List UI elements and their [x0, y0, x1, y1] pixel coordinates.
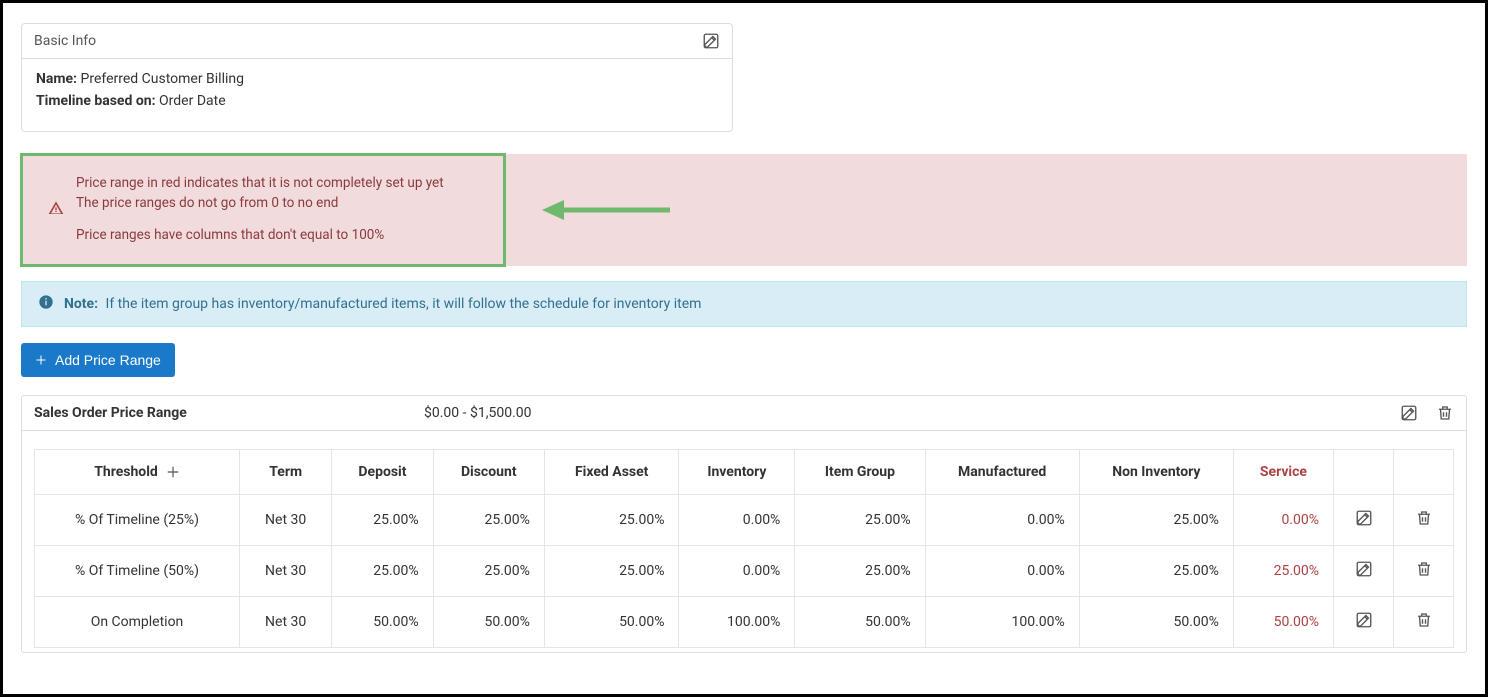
- plus-icon: [35, 354, 47, 366]
- cell-non-inventory: 25.00%: [1079, 546, 1233, 597]
- cell-term: Net 30: [240, 597, 332, 648]
- warning-icon: [48, 200, 64, 220]
- basic-info-title: Basic Info: [34, 33, 96, 49]
- th-inventory: Inventory: [679, 450, 795, 495]
- th-deposit: Deposit: [332, 450, 433, 495]
- cell-item-group: 25.00%: [795, 495, 925, 546]
- th-item-group: Item Group: [795, 450, 925, 495]
- cell-term: Net 30: [240, 495, 332, 546]
- cell-inventory: 100.00%: [679, 597, 795, 648]
- name-label: Name:: [36, 71, 77, 87]
- cell-service: 0.00%: [1233, 495, 1333, 546]
- note-text: If the item group has inventory/manufact…: [106, 296, 702, 312]
- cell-manufactured: 0.00%: [925, 495, 1079, 546]
- table-header-row: Threshold Term Deposit Discount Fixed As…: [35, 450, 1454, 495]
- name-value: Preferred Customer Billing: [81, 71, 244, 87]
- add-price-range-label: Add Price Range: [55, 352, 161, 368]
- th-threshold: Threshold: [94, 464, 158, 480]
- timeline-value: Order Date: [159, 93, 226, 109]
- cell-inventory: 0.00%: [679, 495, 795, 546]
- add-price-range-button[interactable]: Add Price Range: [21, 343, 175, 377]
- panel-title: Sales Order Price Range: [34, 405, 424, 421]
- edit-row-icon[interactable]: [1355, 509, 1373, 527]
- alert-line-1: Price range in red indicates that it is …: [76, 175, 444, 191]
- edit-price-range-icon[interactable]: [1400, 404, 1418, 422]
- cell-inventory: 0.00%: [679, 546, 795, 597]
- cell-discount: 50.00%: [433, 597, 544, 648]
- cell-manufactured: 0.00%: [925, 546, 1079, 597]
- cell-item-group: 50.00%: [795, 597, 925, 648]
- delete-row-icon[interactable]: [1415, 611, 1433, 629]
- cell-item-group: 25.00%: [795, 546, 925, 597]
- table-row: % Of Timeline (25%)Net 3025.00%25.00%25.…: [35, 495, 1454, 546]
- timeline-label: Timeline based on:: [36, 93, 156, 109]
- table-row: % Of Timeline (50%)Net 3025.00%25.00%25.…: [35, 546, 1454, 597]
- cell-discount: 25.00%: [433, 495, 544, 546]
- th-manufactured: Manufactured: [925, 450, 1079, 495]
- cell-threshold: % Of Timeline (25%): [35, 495, 240, 546]
- th-fixed-asset: Fixed Asset: [544, 450, 679, 495]
- info-icon: [38, 294, 54, 314]
- th-term: Term: [240, 450, 332, 495]
- cell-deposit: 50.00%: [332, 597, 433, 648]
- basic-info-card: Basic Info Name: Preferred Customer Bill…: [21, 23, 733, 132]
- panel-range: $0.00 - $1,500.00: [424, 405, 1400, 421]
- cell-threshold: % Of Timeline (50%): [35, 546, 240, 597]
- cell-fixed-asset: 25.00%: [544, 546, 679, 597]
- price-range-panel: Sales Order Price Range $0.00 - $1,500.0…: [21, 395, 1467, 653]
- alert-danger: Price range in red indicates that it is …: [21, 154, 1467, 266]
- edit-row-icon[interactable]: [1355, 560, 1373, 578]
- cell-fixed-asset: 50.00%: [544, 597, 679, 648]
- alert-info: Note: If the item group has inventory/ma…: [21, 281, 1467, 327]
- table-row: On CompletionNet 3050.00%50.00%50.00%100…: [35, 597, 1454, 648]
- price-range-table: Threshold Term Deposit Discount Fixed As…: [34, 449, 1454, 648]
- note-label: Note:: [64, 296, 98, 312]
- cell-term: Net 30: [240, 546, 332, 597]
- cell-manufactured: 100.00%: [925, 597, 1079, 648]
- th-service: Service: [1233, 450, 1333, 495]
- edit-row-icon[interactable]: [1355, 611, 1373, 629]
- th-non-inventory: Non Inventory: [1079, 450, 1233, 495]
- alert-line-2: The price ranges do not go from 0 to no …: [76, 195, 444, 211]
- delete-row-icon[interactable]: [1415, 560, 1433, 578]
- cell-deposit: 25.00%: [332, 495, 433, 546]
- add-threshold-icon[interactable]: [166, 465, 180, 479]
- th-discount: Discount: [433, 450, 544, 495]
- cell-non-inventory: 50.00%: [1079, 597, 1233, 648]
- cell-deposit: 25.00%: [332, 546, 433, 597]
- th-edit: [1334, 450, 1394, 495]
- delete-price-range-icon[interactable]: [1436, 404, 1454, 422]
- cell-fixed-asset: 25.00%: [544, 495, 679, 546]
- edit-basic-info-icon[interactable]: [702, 32, 720, 50]
- delete-row-icon[interactable]: [1415, 509, 1433, 527]
- cell-threshold: On Completion: [35, 597, 240, 648]
- alert-line-3: Price ranges have columns that don't equ…: [76, 227, 444, 243]
- cell-discount: 25.00%: [433, 546, 544, 597]
- cell-service: 25.00%: [1233, 546, 1333, 597]
- cell-non-inventory: 25.00%: [1079, 495, 1233, 546]
- cell-service: 50.00%: [1233, 597, 1333, 648]
- th-delete: [1394, 450, 1454, 495]
